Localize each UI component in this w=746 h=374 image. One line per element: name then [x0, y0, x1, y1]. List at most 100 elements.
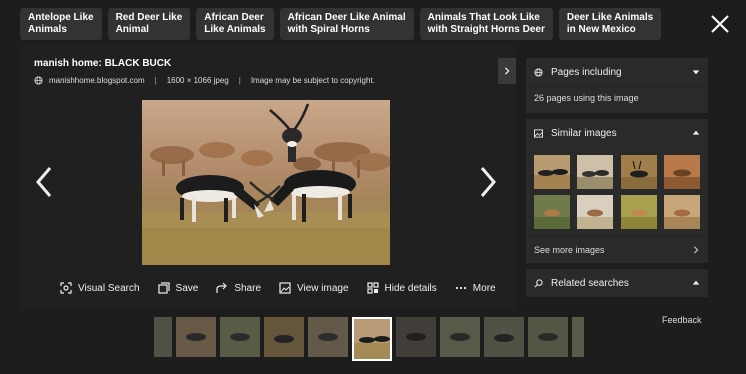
thumb-photo	[264, 317, 304, 357]
chevron-right-icon	[480, 167, 496, 197]
chip-label-line2: Like Animals	[204, 24, 266, 35]
thumb-photo	[220, 317, 260, 357]
share-button[interactable]: Share	[216, 282, 261, 294]
similar-image-thumb[interactable]	[534, 195, 570, 229]
related-searches-header[interactable]: Related searches	[526, 269, 708, 297]
filmstrip-thumb[interactable]	[572, 317, 584, 357]
main-image-blackbuck[interactable]	[142, 100, 390, 265]
thumb-photo	[154, 317, 172, 357]
source-link[interactable]: manishhome.blogspot.com	[49, 76, 145, 85]
image-filmstrip	[154, 317, 584, 361]
pages-including-header[interactable]: Pages including	[526, 58, 708, 86]
view-image-icon	[279, 282, 291, 294]
chip-label-line1: African Deer Like Animal	[287, 12, 406, 23]
similar-images-card: Similar images See more images	[526, 119, 708, 263]
chip-label-line2: with Straight Horns Deer	[427, 24, 545, 35]
share-icon	[216, 282, 228, 293]
thumb-photo	[572, 317, 584, 357]
meta-separator: |	[154, 76, 157, 85]
image-action-bar: Visual Search Save Share View image Hide…	[60, 282, 496, 294]
feedback-link[interactable]: Feedback	[662, 315, 702, 325]
more-dots-icon	[455, 286, 466, 290]
chip-label-line1: Animals That Look Like	[427, 12, 540, 23]
hide-details-button[interactable]: Hide details	[366, 282, 437, 294]
thumb-photo	[484, 317, 524, 357]
image-viewer-overlay: Antelope Like Animals Red Deer Like Animal…	[0, 0, 746, 374]
chip-label-line2: in New Mexico	[566, 24, 636, 35]
copyright-notice: Image may be subject to copyright.	[250, 76, 375, 85]
pages-including-icon	[534, 67, 543, 77]
caret-down-icon	[692, 70, 700, 75]
thumb-photo	[663, 155, 700, 189]
view-image-button[interactable]: View image	[279, 282, 349, 294]
thumb-photo	[354, 319, 390, 359]
caret-up-icon	[692, 280, 700, 285]
chip-deer-new-mexico[interactable]: Deer Like Animals in New Mexico	[558, 8, 662, 40]
chip-label-line1: Red Deer Like	[115, 12, 183, 23]
similar-image-thumb[interactable]	[577, 195, 614, 229]
pages-count[interactable]: 26 pages using this image	[526, 86, 708, 113]
visual-search-icon	[60, 282, 72, 294]
filmstrip-thumb[interactable]	[484, 317, 524, 357]
filmstrip-thumb[interactable]	[220, 317, 260, 357]
search-icon	[534, 278, 543, 287]
see-more-images-link[interactable]: See more images	[526, 235, 708, 263]
chip-african-deer-like-animals[interactable]: African Deer Like Animals	[196, 8, 274, 40]
thumb-photo	[663, 195, 700, 229]
thumb-photo	[308, 317, 348, 357]
similar-image-thumb[interactable]	[620, 155, 657, 189]
previous-image-button[interactable]	[34, 162, 56, 202]
save-collection-icon	[157, 282, 170, 294]
chip-african-deer-spiral-horns[interactable]: African Deer Like Animal with Spiral Horn…	[279, 8, 414, 40]
filmstrip-thumb[interactable]	[264, 317, 304, 357]
visual-search-button[interactable]: Visual Search	[60, 282, 140, 294]
similar-image-thumb[interactable]	[663, 155, 700, 189]
see-more-label: See more images	[534, 244, 605, 255]
image-meta: manishhome.blogspot.com | 1600 × 1066 jp…	[34, 76, 375, 85]
expand-panel-button[interactable]	[498, 58, 516, 84]
related-chips-bar: Antelope Like Animals Red Deer Like Animal…	[20, 8, 662, 40]
filmstrip-thumb[interactable]	[440, 317, 480, 357]
pages-including-card: Pages including 26 pages using this imag…	[526, 58, 708, 113]
image-title[interactable]: manish home: BLACK BUCK	[34, 58, 171, 69]
filmstrip-thumb[interactable]	[176, 317, 216, 357]
similar-images-grid	[526, 147, 708, 235]
caret-up-icon	[692, 130, 700, 135]
chip-antelope-like-animals[interactable]: Antelope Like Animals	[20, 8, 102, 40]
meta-separator: |	[238, 76, 241, 85]
chip-straight-horns-deer[interactable]: Animals That Look Like with Straight Horn…	[419, 8, 553, 40]
save-button[interactable]: Save	[157, 282, 199, 294]
similar-images-label: Similar images	[551, 127, 617, 139]
hide-details-icon	[366, 282, 379, 294]
details-side-panel: Pages including 26 pages using this imag…	[526, 58, 708, 303]
chip-label-line2: Animal	[115, 24, 149, 35]
chip-label-line1: Deer Like Animals	[566, 12, 654, 23]
filmstrip-thumb[interactable]	[154, 317, 172, 357]
close-button[interactable]	[706, 10, 734, 38]
save-label: Save	[175, 282, 199, 294]
related-searches-label: Related searches	[551, 277, 629, 289]
similar-image-thumb[interactable]	[663, 195, 700, 229]
filmstrip-thumb[interactable]	[396, 317, 436, 357]
related-searches-card: Related searches	[526, 269, 708, 297]
next-image-button[interactable]	[476, 162, 498, 202]
filmstrip-thumb-selected[interactable]	[352, 317, 392, 361]
blackbuck-photo	[142, 100, 390, 265]
thumb-photo	[534, 195, 570, 229]
similar-image-thumb[interactable]	[620, 195, 657, 229]
filmstrip-thumb[interactable]	[528, 317, 568, 357]
chip-label-line2: Animals	[28, 24, 67, 35]
more-label: More	[472, 282, 496, 294]
similar-images-header[interactable]: Similar images	[526, 119, 708, 147]
similar-image-thumb[interactable]	[577, 155, 614, 189]
thumb-photo	[528, 317, 568, 357]
chevron-right-icon	[505, 67, 510, 75]
thumb-photo	[620, 195, 657, 229]
filmstrip-thumb[interactable]	[308, 317, 348, 357]
more-button[interactable]: More	[455, 282, 496, 294]
image-icon	[534, 128, 543, 138]
pages-including-label: Pages including	[551, 66, 622, 78]
chevron-right-icon	[694, 245, 699, 254]
similar-image-thumb[interactable]	[534, 155, 570, 189]
chip-red-deer-like-animal[interactable]: Red Deer Like Animal	[107, 8, 191, 40]
